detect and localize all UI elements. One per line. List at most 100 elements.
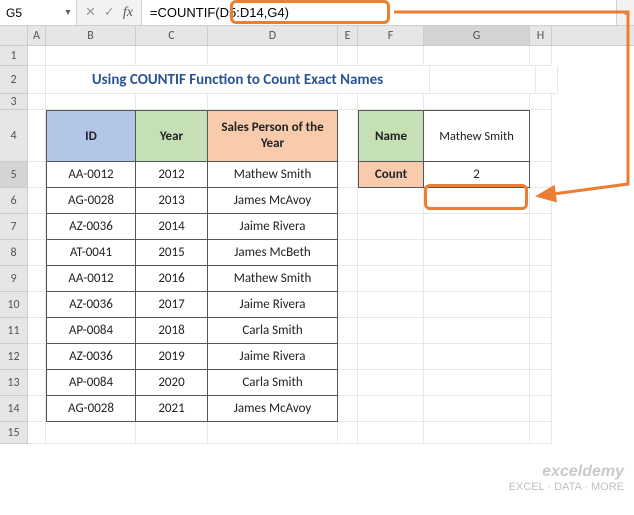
cell[interactable] — [424, 240, 530, 266]
cell[interactable] — [424, 344, 530, 370]
cell[interactable] — [28, 162, 46, 188]
table-row[interactable]: James McBeth — [208, 240, 338, 266]
cell[interactable] — [358, 370, 424, 396]
cell[interactable] — [338, 110, 358, 162]
cell[interactable] — [424, 46, 530, 66]
cell[interactable] — [208, 46, 338, 66]
table-row[interactable]: 2013 — [136, 188, 208, 214]
table-row[interactable]: AG-0028 — [46, 188, 136, 214]
cell[interactable] — [28, 46, 46, 66]
table-row[interactable]: 2018 — [136, 318, 208, 344]
cell[interactable] — [338, 370, 358, 396]
table-row[interactable]: AA-0012 — [46, 162, 136, 188]
cell[interactable] — [338, 94, 358, 110]
cell[interactable] — [530, 162, 552, 188]
cell[interactable] — [424, 370, 530, 396]
row-header-12[interactable]: 12 — [0, 344, 28, 370]
row-header-8[interactable]: 8 — [0, 240, 28, 266]
table-row[interactable]: 2017 — [136, 292, 208, 318]
table-row[interactable]: Jaime Rivera — [208, 214, 338, 240]
row-header-10[interactable]: 10 — [0, 292, 28, 318]
row-header-9[interactable]: 9 — [0, 266, 28, 292]
cell[interactable] — [530, 110, 552, 162]
cell[interactable] — [530, 188, 552, 214]
cell[interactable] — [28, 396, 46, 422]
cell[interactable] — [530, 94, 552, 110]
table-row[interactable]: 2015 — [136, 240, 208, 266]
cell[interactable] — [358, 396, 424, 422]
formula-bar-expand-icon[interactable]: ⌄ — [616, 0, 634, 25]
table-row[interactable]: Jaime Rivera — [208, 344, 338, 370]
cell[interactable] — [28, 292, 46, 318]
col-header-d[interactable]: D — [208, 26, 338, 45]
col-header-f[interactable]: F — [358, 26, 424, 45]
cell[interactable] — [530, 422, 552, 444]
row-header-5[interactable]: 5 — [0, 162, 28, 188]
cell[interactable] — [28, 370, 46, 396]
cell[interactable] — [338, 188, 358, 214]
cell[interactable] — [358, 318, 424, 344]
name-box-dropdown-icon[interactable]: ▼ — [60, 7, 76, 18]
cell[interactable] — [530, 318, 552, 344]
cell[interactable] — [338, 162, 358, 188]
cell[interactable] — [358, 266, 424, 292]
cell[interactable] — [338, 292, 358, 318]
row-header-3[interactable]: 3 — [0, 94, 28, 110]
cell[interactable] — [424, 422, 530, 444]
cell[interactable] — [28, 318, 46, 344]
table-row[interactable]: Jaime Rivera — [208, 292, 338, 318]
cell[interactable] — [208, 422, 338, 444]
cell[interactable] — [530, 214, 552, 240]
cell[interactable] — [430, 66, 536, 94]
cell[interactable] — [358, 240, 424, 266]
cell[interactable] — [46, 422, 136, 444]
cell-reference-input[interactable] — [0, 0, 60, 25]
cell[interactable] — [28, 188, 46, 214]
cell[interactable] — [28, 66, 46, 94]
cell[interactable] — [208, 94, 338, 110]
cell[interactable] — [530, 396, 552, 422]
cell[interactable] — [424, 396, 530, 422]
cell[interactable] — [530, 370, 552, 396]
col-header-h[interactable]: H — [530, 26, 552, 45]
cell[interactable] — [136, 94, 208, 110]
cell[interactable] — [358, 188, 424, 214]
row-header-11[interactable]: 11 — [0, 318, 28, 344]
table-row[interactable]: AP-0084 — [46, 318, 136, 344]
cell[interactable] — [530, 266, 552, 292]
side-value-name[interactable]: Mathew Smith — [424, 110, 530, 162]
row-header-14[interactable]: 14 — [0, 396, 28, 422]
table-row[interactable]: AZ-0036 — [46, 344, 136, 370]
confirm-icon[interactable]: ✓ — [104, 5, 115, 20]
cell[interactable] — [46, 46, 136, 66]
cell[interactable] — [358, 422, 424, 444]
cell[interactable] — [338, 318, 358, 344]
table-row[interactable]: Carla Smith — [208, 370, 338, 396]
cell[interactable] — [46, 94, 136, 110]
table-row[interactable]: Carla Smith — [208, 318, 338, 344]
col-header-e[interactable]: E — [338, 26, 358, 45]
cell[interactable] — [338, 344, 358, 370]
row-header-6[interactable]: 6 — [0, 188, 28, 214]
cell[interactable] — [338, 266, 358, 292]
cell[interactable] — [530, 292, 552, 318]
table-row[interactable]: James McAvoy — [208, 396, 338, 422]
table-row[interactable]: AA-0012 — [46, 266, 136, 292]
table-row[interactable]: Mathew Smith — [208, 266, 338, 292]
col-header-a[interactable]: A — [28, 26, 46, 45]
row-header-4[interactable]: 4 — [0, 110, 28, 162]
cell[interactable] — [338, 396, 358, 422]
cell[interactable] — [358, 94, 424, 110]
row-header-2[interactable]: 2 — [0, 66, 28, 94]
table-row[interactable]: AZ-0036 — [46, 292, 136, 318]
cell[interactable] — [338, 422, 358, 444]
cell[interactable] — [424, 292, 530, 318]
table-row[interactable]: AG-0028 — [46, 396, 136, 422]
cell[interactable] — [28, 344, 46, 370]
row-header-13[interactable]: 13 — [0, 370, 28, 396]
cell[interactable] — [424, 214, 530, 240]
table-row[interactable]: 2021 — [136, 396, 208, 422]
cell[interactable] — [358, 214, 424, 240]
cell[interactable] — [28, 266, 46, 292]
table-row[interactable]: 2012 — [136, 162, 208, 188]
